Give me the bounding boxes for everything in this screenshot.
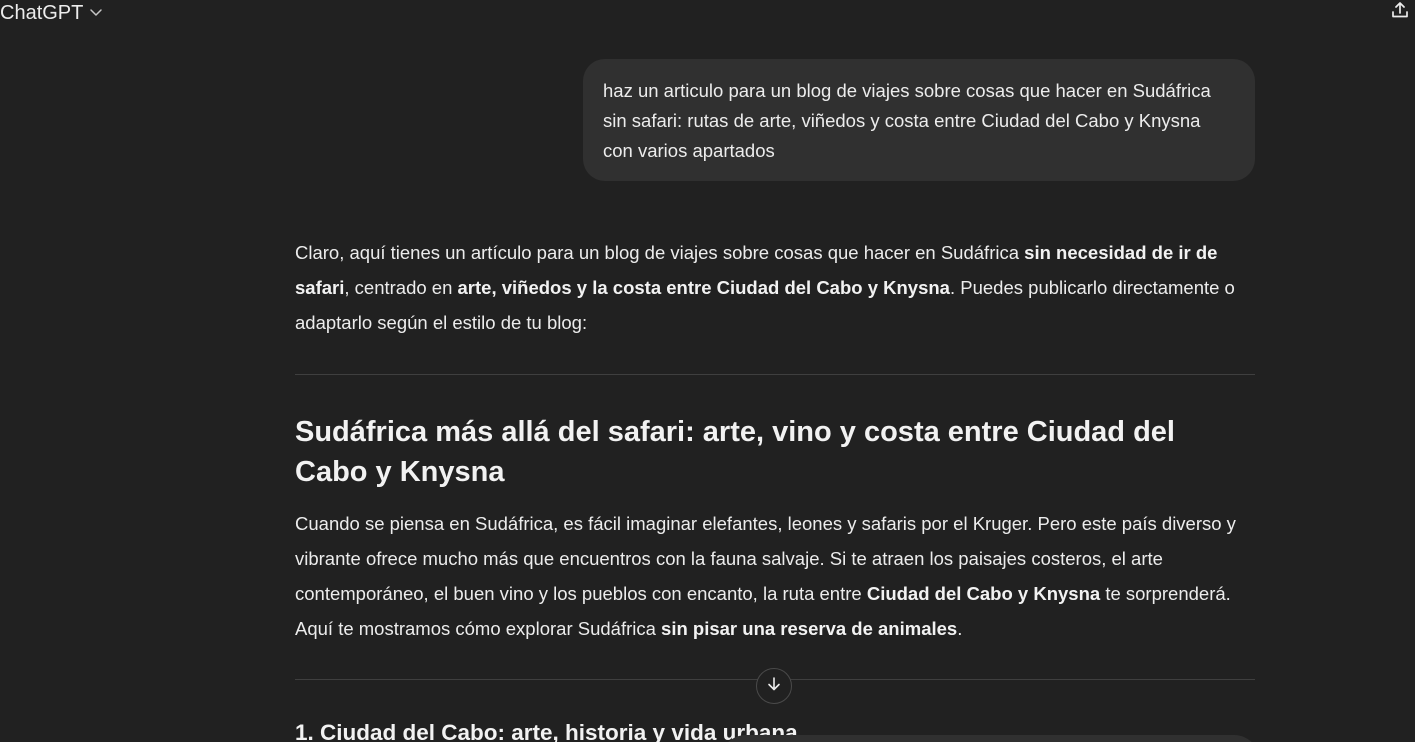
model-selector[interactable]: ChatGPT xyxy=(0,0,103,26)
assistant-message: Claro, aquí tienes un artículo para un b… xyxy=(295,235,1255,742)
top-bar: ChatGPT xyxy=(0,0,1415,28)
share-upload-icon xyxy=(1390,0,1410,25)
divider xyxy=(295,374,1255,375)
article-intro-paragraph: Cuando se piensa en Sudáfrica, es fácil … xyxy=(295,506,1255,646)
bold-text: sin pisar una reserva de animales xyxy=(661,618,958,639)
user-message: haz un articulo para un blog de viajes s… xyxy=(583,59,1255,181)
model-label: ChatGPT xyxy=(0,1,84,24)
chat-window: ChatGPT haz un articulo para un blog de … xyxy=(0,0,1415,742)
composer-input-box[interactable] xyxy=(720,735,1260,742)
chevron-down-icon xyxy=(89,2,103,25)
article-title: Sudáfrica más allá del safari: arte, vin… xyxy=(295,416,1175,488)
text-run: . xyxy=(957,618,963,639)
share-button[interactable] xyxy=(1389,1,1411,23)
assistant-intro-paragraph: Claro, aquí tienes un artículo para un b… xyxy=(295,235,1255,340)
text-run: , centrado en xyxy=(344,277,458,298)
text-run: Claro, aquí tienes un artículo para un b… xyxy=(295,242,1025,263)
bold-text: Ciudad del Cabo y Knysna xyxy=(866,583,1101,604)
bold-text: arte, viñedos y la costa entre Ciudad de… xyxy=(457,277,950,298)
arrow-down-icon xyxy=(765,675,783,698)
scroll-to-bottom-button[interactable] xyxy=(756,668,792,704)
